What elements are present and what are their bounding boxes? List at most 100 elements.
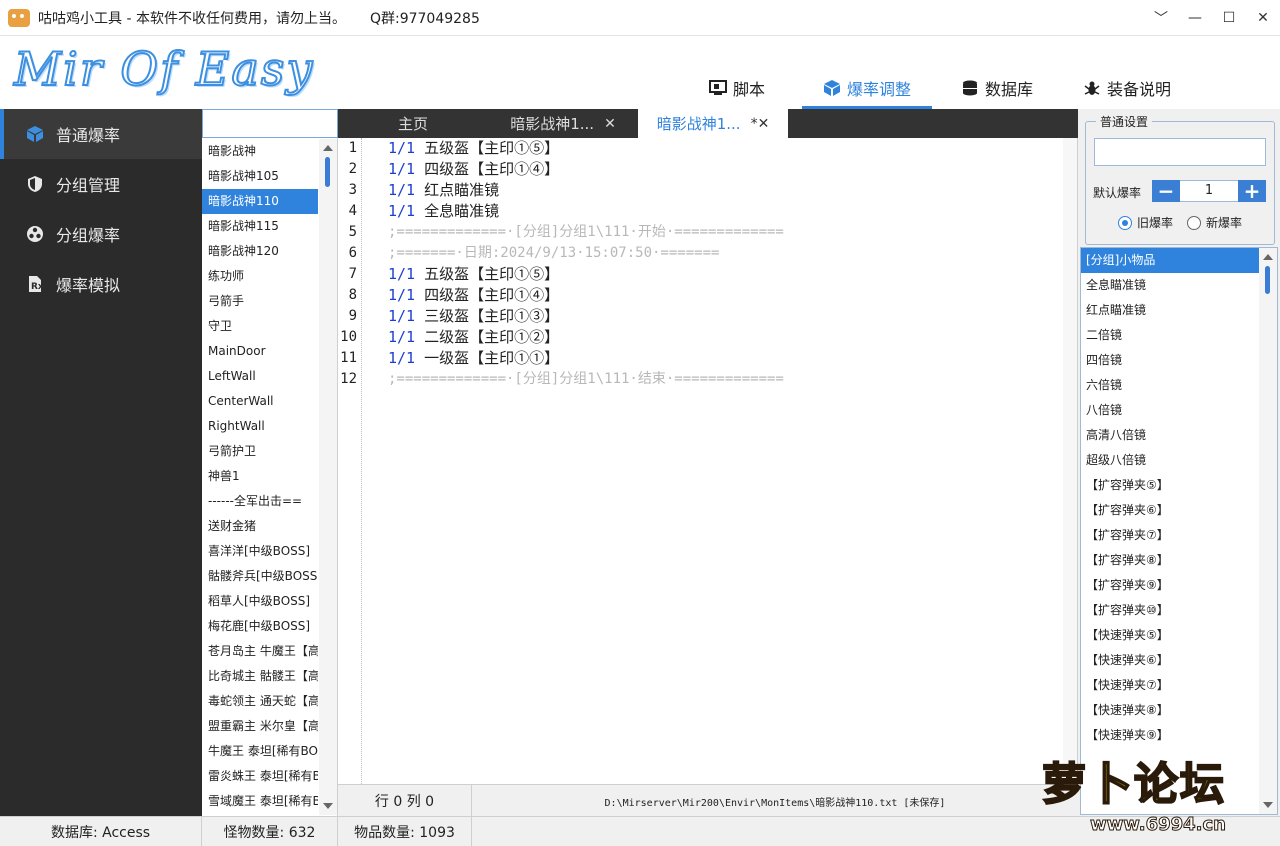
sidebar-item-group-rate[interactable]: 分组爆率 [0,209,202,259]
monster-list-item[interactable]: 牛魔王 泰坦[稀有BO [202,739,318,764]
monster-search-input[interactable] [202,109,338,138]
monster-list-item[interactable]: 暗影战神105 [202,164,318,189]
monster-list-item[interactable]: 暗影战神120 [202,239,318,264]
monster-list-item[interactable]: 暗影战神110 [202,189,318,214]
nav-tab-script[interactable]: 脚本 [672,66,802,109]
code-line[interactable]: 1/1 全息瞄准镜 [388,201,1058,222]
radio-checked-icon[interactable] [1118,215,1132,230]
code-line[interactable]: 1/1 五级盔【主印①⑤】 [388,264,1058,285]
item-list-item[interactable]: 【扩容弹夹⑧】 [1081,548,1259,573]
monster-list-item[interactable]: 雷炎蛛王 泰坦[稀有B [202,764,318,789]
code-comment-line[interactable]: ;=============·[分组]分组1\111·开始·==========… [388,222,1058,243]
monster-list-scrollbar[interactable] [319,139,337,815]
monster-list-item[interactable]: 比奇城主 骷髅王【高 [202,664,318,689]
scroll-up-icon[interactable] [1263,254,1273,260]
settings-input[interactable] [1094,138,1266,166]
item-list-item[interactable]: 四倍镜 [1081,348,1259,373]
monster-list-item[interactable]: LeftWall [202,364,318,389]
item-list-scrollbar[interactable] [1259,248,1277,814]
monster-list-item[interactable]: 雪域魔王 泰坦[稀有B [202,789,318,814]
close-button[interactable]: ✕ [1246,0,1280,36]
default-rate-value[interactable]: 1 [1180,180,1238,202]
item-list-item[interactable]: 超级八倍镜 [1081,448,1259,473]
code-comment-line[interactable]: ;=======·日期:2024/9/13·15:07:50·======= [388,243,1058,264]
monster-list-item[interactable]: 苍月岛主 牛魔王【高 [202,639,318,664]
maximize-button[interactable]: ☐ [1212,0,1246,36]
scroll-up-icon[interactable] [323,145,333,151]
scroll-down-icon[interactable] [323,803,333,809]
editor-tab-file-2[interactable]: 暗影战神1... *✕ [638,109,788,138]
monster-list-item[interactable]: ------全军出击== [202,489,318,514]
monster-list-item[interactable]: CenterWall [202,389,318,414]
nav-tab-database[interactable]: 数据库 [932,66,1062,109]
radio-unchecked-icon[interactable] [1187,215,1202,230]
radio-old-rate[interactable]: 旧爆率 [1118,214,1173,231]
monster-list-item[interactable]: 守卫 [202,314,318,339]
monster-list-item[interactable]: 毒蛇领主 通天蛇【高 [202,689,318,714]
increment-button[interactable]: + [1238,180,1266,202]
code-line[interactable]: 1/1 三级盔【主印①③】 [388,306,1058,327]
drop-rate: 1/1 [388,160,416,178]
scroll-thumb[interactable] [1265,266,1270,294]
item-list-item[interactable]: 红点瞄准镜 [1081,298,1259,323]
collapse-button[interactable]: ﹀ [1144,0,1178,36]
monster-list-item[interactable]: 暗影战神115 [202,214,318,239]
monster-list-item[interactable]: 暗影战神 [202,139,318,164]
item-list-item[interactable]: [分组]小物品 [1081,248,1259,273]
drop-rate: 1/1 [388,139,416,157]
item-list-item[interactable]: 【扩容弹夹⑦】 [1081,523,1259,548]
code-line[interactable]: 1/1 四级盔【主印①④】 [388,159,1058,180]
item-list-item[interactable]: 【扩容弹夹⑥】 [1081,498,1259,523]
code-line[interactable]: 1/1 一级盔【主印①①】 [388,348,1058,369]
nav-tab-drop-rate[interactable]: 爆率调整 [802,66,932,109]
normal-settings-group: 普通设置 默认爆率 − 1 + 旧爆率 新爆率 [1085,113,1275,245]
monster-list-item[interactable]: 盟重霸主 米尔皇【高 [202,714,318,739]
item-list-item[interactable]: 【快速弹夹⑤】 [1081,623,1259,648]
item-list-item[interactable]: 【快速弹夹⑦】 [1081,673,1259,698]
editor-status-bar: 行 0 列 0 D:\Mirserver\Mir200\Envir\MonIte… [338,784,1078,817]
code-content[interactable]: 1/1 五级盔【主印①⑤】 1/1 四级盔【主印①④】 1/1 红点瞄准镜 1/1 全… [388,138,1058,390]
monster-list-item[interactable]: 弓箭手 [202,289,318,314]
monster-list-item[interactable]: 梅花鹿[中级BOSS] [202,614,318,639]
monster-list-item[interactable]: 喜洋洋[中级BOSS] [202,539,318,564]
code-line[interactable]: 1/1 四级盔【主印①④】 [388,285,1058,306]
editor-scrollbar[interactable] [1063,138,1077,784]
monster-list-item[interactable]: RightWall [202,414,318,439]
code-comment-line[interactable]: ;=============·[分组]分组1\111·结束·==========… [388,369,1058,390]
item-list-item[interactable]: 八倍镜 [1081,398,1259,423]
code-line[interactable]: 1/1 二级盔【主印①②】 [388,327,1058,348]
item-list-item[interactable]: 全息瞄准镜 [1081,273,1259,298]
code-editor[interactable]: 1 2 3 4 5 6 7 8 9 10 11 12 1/1 五级盔【主印①⑤】 1/1 四级盔【主印①… [338,138,1078,784]
sidebar-item-normal-rate[interactable]: 普通爆率 [0,109,202,159]
code-line[interactable]: 1/1 红点瞄准镜 [388,180,1058,201]
item-list-item[interactable]: 【扩容弹夹⑤】 [1081,473,1259,498]
monster-list-item[interactable]: 稻草人[中级BOSS] [202,589,318,614]
monster-list-item[interactable]: 骷髅斧兵[中级BOSS] [202,564,318,589]
item-list-item[interactable]: 二倍镜 [1081,323,1259,348]
item-list-item[interactable]: 【扩容弹夹⑨】 [1081,573,1259,598]
item-list-item[interactable]: 【扩容弹夹⑩】 [1081,598,1259,623]
editor-tab-home[interactable]: 主页 [338,109,488,138]
item-list-item[interactable]: 高清八倍镜 [1081,423,1259,448]
sidebar-item-rate-simulate[interactable]: Rx 爆率模拟 [0,259,202,309]
monster-list-item[interactable]: 送财金猪 [202,514,318,539]
decrement-button[interactable]: − [1152,180,1180,202]
monster-list-item[interactable]: MainDoor [202,339,318,364]
monster-list-item[interactable]: 弓箭护卫 [202,439,318,464]
sidebar-item-group-manage[interactable]: 分组管理 [0,159,202,209]
tab-close-icon[interactable]: ✕ [604,116,616,132]
editor-tab-file-1[interactable]: 暗影战神1... ✕ [488,109,638,138]
monster-list-item[interactable]: 练功师 [202,264,318,289]
scroll-thumb[interactable] [325,157,330,187]
item-list-item[interactable]: 六倍镜 [1081,373,1259,398]
item-list-item[interactable]: 【快速弹夹⑧】 [1081,698,1259,723]
editor-tab-bar: 主页 暗影战神1... ✕ 暗影战神1... *✕ [338,109,1078,138]
monster-list-item[interactable]: 神兽1 [202,464,318,489]
item-count: 物品数量: 1093 [338,817,472,846]
item-list-item[interactable]: 【快速弹夹⑥】 [1081,648,1259,673]
radio-new-rate[interactable]: 新爆率 [1187,214,1242,231]
tab-close-icon[interactable]: *✕ [751,116,770,132]
code-line[interactable]: 1/1 五级盔【主印①⑤】 [388,138,1058,159]
minimize-button[interactable]: — [1178,0,1212,36]
nav-tab-equipment-info[interactable]: 装备说明 [1062,66,1192,109]
